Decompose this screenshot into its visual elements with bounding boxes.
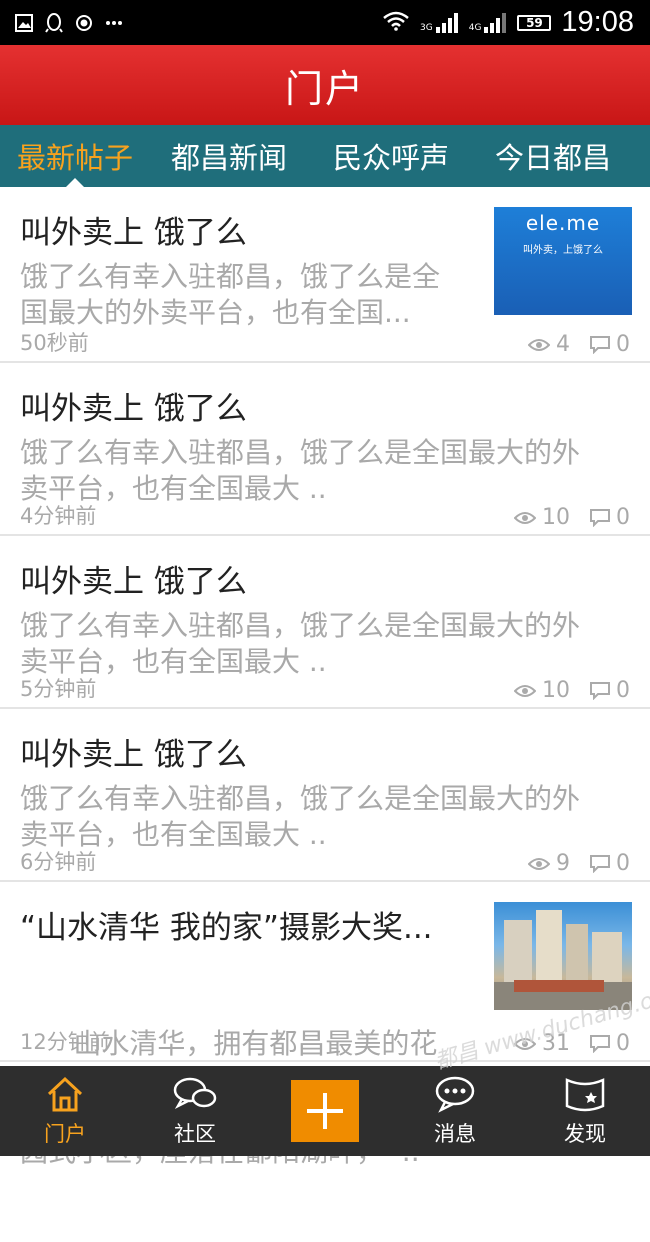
- signal-3g: 3G: [420, 12, 459, 33]
- comment-count: 0: [616, 851, 630, 876]
- chat-bubbles-icon: [173, 1077, 217, 1109]
- list-item[interactable]: 叫外卖上 饿了么 饿了么有幸入驻都昌，饿了么是全国最大的外 卖平台，也有全国最大…: [0, 536, 650, 709]
- clock: 19:08: [561, 6, 634, 38]
- nav-label: 消息: [434, 1122, 476, 1146]
- comment-count: 0: [616, 678, 630, 703]
- list-item[interactable]: 叫外卖上 饿了么 饿了么有幸入驻都昌，饿了么是全国最大的外 卖平台，也有全国最大…: [0, 709, 650, 882]
- view-count: 4: [556, 332, 570, 357]
- tab-duchang-news[interactable]: 都昌新闻: [171, 125, 287, 187]
- post-time: 12分钟前: [20, 1030, 110, 1054]
- post-stats: 4 0: [528, 332, 630, 357]
- plus-icon: [307, 1093, 343, 1129]
- post-list: 叫外卖上 饿了么 饿了么有幸入驻都昌，饿了么是全 国最大的外卖平台，也有全国..…: [0, 187, 650, 1168]
- comment-icon: [590, 854, 610, 873]
- battery-indicator: 59: [517, 14, 552, 31]
- status-bar: 3G 4G 59 19:08: [0, 0, 650, 45]
- page-title: 门户: [284, 66, 365, 111]
- post-stats: 9 0: [528, 851, 630, 876]
- tab-today-duchang[interactable]: 今日都昌: [495, 125, 611, 187]
- nav-label: 社区: [174, 1122, 216, 1146]
- view-count: 9: [556, 851, 570, 876]
- category-tabs: 最新帖子 都昌新闻 民众呼声 今日都昌: [0, 125, 650, 188]
- comment-icon: [590, 508, 610, 527]
- add-post-button[interactable]: [291, 1080, 359, 1142]
- post-time: 50秒前: [20, 331, 89, 355]
- message-icon: [435, 1076, 475, 1113]
- post-time: 4分钟前: [20, 504, 97, 528]
- tab-latest-posts[interactable]: 最新帖子: [17, 125, 133, 188]
- view-count: 10: [542, 678, 570, 703]
- qq-icon: [44, 12, 64, 33]
- post-time: 6分钟前: [20, 850, 97, 874]
- eye-icon: [514, 511, 536, 524]
- list-item[interactable]: 叫外卖上 饿了么 饿了么有幸入驻都昌，饿了么是全 国最大的外卖平台，也有全国..…: [0, 187, 650, 363]
- post-title: 叫外卖上 饿了么: [20, 215, 247, 251]
- nav-add[interactable]: [260, 1066, 390, 1156]
- comment-count: 0: [616, 1031, 630, 1056]
- eye-icon: [528, 857, 550, 870]
- nav-label: 发现: [564, 1122, 606, 1146]
- post-title: “山水清华 我的家”摄影大奖...: [20, 910, 433, 946]
- nav-label: 门户: [44, 1122, 86, 1146]
- eye-icon: [514, 684, 536, 697]
- nav-portal[interactable]: 门户: [0, 1066, 130, 1156]
- bottom-nav: 门户 社区 消息 发现: [0, 1066, 650, 1156]
- app-header: 门户: [0, 45, 650, 125]
- more-icon: [104, 13, 124, 33]
- post-summary: 饿了么有幸入驻都昌，饿了么是全 国最大的外卖平台，也有全国...: [20, 260, 441, 329]
- comment-count: 0: [616, 505, 630, 530]
- post-summary: 饿了么有幸入驻都昌，饿了么是全国最大的外 卖平台，也有全国最大 ..: [20, 782, 581, 851]
- signal-bars-icon: [435, 12, 458, 33]
- post-stats: 10 0: [514, 505, 630, 530]
- post-title: 叫外卖上 饿了么: [20, 737, 247, 773]
- nav-discover[interactable]: 发现: [520, 1066, 650, 1156]
- post-stats: 10 0: [514, 678, 630, 703]
- image-icon: [14, 13, 34, 33]
- post-title: 叫外卖上 饿了么: [20, 391, 247, 427]
- nav-messages[interactable]: 消息: [390, 1066, 520, 1156]
- comment-icon: [590, 1034, 610, 1053]
- wifi-icon: [382, 11, 410, 35]
- signal-bars-icon: [484, 12, 507, 33]
- post-summary: 饿了么有幸入驻都昌，饿了么是全国最大的外 卖平台，也有全国最大 ..: [20, 609, 581, 678]
- view-count: 10: [542, 505, 570, 530]
- post-title: 叫外卖上 饿了么: [20, 564, 247, 600]
- home-icon: [47, 1076, 83, 1112]
- comment-count: 0: [616, 332, 630, 357]
- post-thumbnail: ele.me 叫外卖，上饿了么: [494, 207, 632, 315]
- flag-icon: [565, 1078, 605, 1112]
- nav-community[interactable]: 社区: [130, 1066, 260, 1156]
- post-summary: 饿了么有幸入驻都昌，饿了么是全国最大的外 卖平台，也有全国最大 ..: [20, 436, 581, 505]
- tab-public-voice[interactable]: 民众呼声: [333, 125, 449, 187]
- signal-4g: 4G: [469, 12, 508, 33]
- comment-icon: [590, 335, 610, 354]
- eye-icon: [528, 338, 550, 351]
- record-icon: [74, 13, 94, 33]
- comment-icon: [590, 681, 610, 700]
- list-item[interactable]: 叫外卖上 饿了么 饿了么有幸入驻都昌，饿了么是全国最大的外 卖平台，也有全国最大…: [0, 363, 650, 536]
- post-time: 5分钟前: [20, 677, 97, 701]
